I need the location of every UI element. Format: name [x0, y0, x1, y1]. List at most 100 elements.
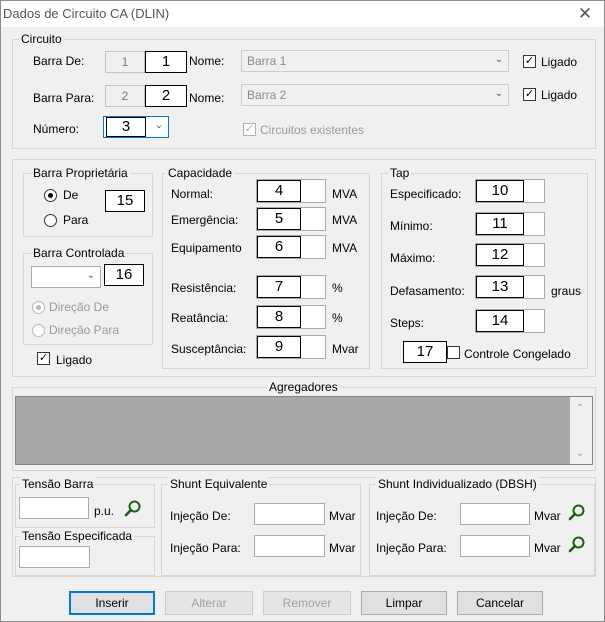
reatancia-tag: 8 [257, 306, 301, 328]
tap-legend: Tap [388, 166, 412, 180]
numero-combo[interactable]: 3 ⌄ [103, 116, 169, 138]
radio-para-label: Para [63, 213, 89, 227]
search-icon[interactable] [568, 535, 586, 553]
shunt-ind-injecao-de-field[interactable] [460, 503, 530, 525]
shunt-eq-injecao-de-field[interactable] [254, 503, 325, 525]
barra-para-field[interactable]: 2 [105, 85, 145, 107]
agregadores-scrollbar[interactable]: ⌃ ⌄ [570, 397, 592, 464]
shunt-eq-injecao-de-unit: Mvar [329, 509, 356, 523]
equipamento-field[interactable]: 6 [256, 235, 326, 259]
search-icon[interactable] [568, 503, 586, 521]
window-title: Dados de Circuito CA (DLIN) [3, 6, 170, 21]
susceptancia-field[interactable]: 9 [256, 335, 326, 359]
tensao-barra-legend: Tensão Barra [20, 477, 96, 491]
tensao-barra-unit: p.u. [94, 504, 115, 518]
circuitos-existentes-label: Circuitos existentes [260, 123, 365, 137]
minimo-label: Mínimo: [390, 219, 433, 233]
barra-de-label: Barra De: [33, 54, 85, 68]
shunt-ind-injecao-para-unit: Mvar [534, 541, 561, 555]
maximo-label: Máximo: [390, 251, 436, 265]
radio-para[interactable] [44, 214, 57, 227]
tensao-barra-field[interactable] [19, 497, 89, 519]
remover-button[interactable]: Remover [263, 591, 351, 615]
chevron-down-icon[interactable]: ⌄ [492, 54, 506, 65]
reatancia-unit: % [332, 311, 343, 325]
normal-tag: 4 [257, 180, 301, 202]
barra-controlada-tag: 16 [104, 264, 144, 286]
search-icon[interactable] [124, 499, 142, 517]
shunt-eq-injecao-para-label: Injeção Para: [170, 541, 241, 555]
especificado-field[interactable]: 10 [475, 179, 545, 203]
defasamento-tag: 13 [476, 276, 524, 298]
barra-de-nome-value: Barra 1 [247, 54, 287, 68]
resistencia-unit: % [332, 281, 343, 295]
limpar-button[interactable]: Limpar [361, 591, 447, 615]
scroll-up-icon[interactable]: ⌃ [576, 402, 584, 416]
barra-para-nome-combo[interactable]: Barra 2 ⌄ [241, 84, 509, 106]
ligado-controlada-checkbox[interactable]: ✓ [37, 352, 50, 365]
barra-controlada-combo[interactable]: ⌄ [31, 266, 101, 288]
shunt-ind-injecao-de-unit: Mvar [534, 509, 561, 523]
chevron-down-icon[interactable]: ⌄ [84, 270, 98, 281]
direcao-de-label: Direção De [49, 300, 110, 314]
emergencia-unit: MVA [332, 213, 358, 227]
ligado-checkbox-de[interactable]: ✓ [523, 55, 536, 68]
chevron-down-icon[interactable]: ⌄ [492, 88, 506, 99]
alterar-button[interactable]: Alterar [165, 591, 253, 615]
susceptancia-unit: Mvar [332, 342, 359, 356]
controle-congelado-label: Controle Congelado [464, 347, 571, 361]
equipamento-label: Equipamento [171, 241, 242, 255]
radio-direcao-de[interactable] [32, 301, 45, 314]
shunt-ind-injecao-para-field[interactable] [460, 535, 530, 557]
ligado-label-de: Ligado [541, 55, 578, 69]
defasamento-field[interactable]: 13 [475, 275, 545, 299]
chevron-down-icon[interactable]: ⌄ [152, 120, 166, 131]
barra-proprietaria-tag: 15 [105, 190, 145, 212]
controle-congelado-checkbox[interactable] [447, 346, 460, 359]
ligado-label-para: Ligado [541, 88, 578, 102]
circuitos-existentes-checkbox[interactable]: ✓ [243, 123, 256, 136]
emergencia-label: Emergência: [171, 213, 239, 227]
cancelar-button[interactable]: Cancelar [457, 591, 543, 615]
dialog-window: Dados de Circuito CA (DLIN) ✕ Circuito B… [0, 0, 605, 622]
maximo-field[interactable]: 12 [475, 243, 545, 267]
especificado-tag: 10 [476, 180, 524, 202]
shunt-individualizado-legend: Shunt Individualizado (DBSH) [376, 477, 539, 491]
barra-de-field[interactable]: 1 [105, 51, 145, 73]
emergencia-tag: 5 [257, 208, 301, 230]
barra-de-nome-combo[interactable]: Barra 1 ⌄ [241, 50, 509, 72]
radio-direcao-para[interactable] [32, 324, 45, 337]
defasamento-label: Defasamento: [390, 284, 465, 298]
close-icon[interactable]: ✕ [569, 2, 601, 26]
barra-para-nome-value: Barra 2 [247, 88, 287, 102]
defasamento-unit: graus [551, 284, 582, 298]
tensao-especificada-field[interactable] [19, 546, 90, 568]
shunt-eq-injecao-para-unit: Mvar [329, 541, 356, 555]
numero-value: 3 [106, 117, 146, 137]
emergencia-field[interactable]: 5 [256, 207, 326, 231]
agregadores-list[interactable]: ⌃ ⌄ [15, 396, 593, 465]
shunt-eq-injecao-para-field[interactable] [254, 535, 325, 557]
barra-para-tag: 2 [145, 85, 187, 107]
inserir-button[interactable]: Inserir [69, 591, 155, 615]
resistencia-label: Resistência: [171, 281, 237, 295]
minimo-field[interactable]: 11 [475, 212, 545, 236]
reatancia-field[interactable]: 8 [256, 305, 326, 329]
barra-de-tag: 1 [145, 51, 187, 73]
barra-para-label: Barra Para: [33, 91, 95, 105]
resistencia-field[interactable]: 7 [256, 275, 326, 299]
normal-field[interactable]: 4 [256, 179, 326, 203]
steps-field[interactable]: 14 [475, 309, 545, 333]
radio-de-label: De [63, 188, 79, 202]
direcao-para-label: Direção Para [49, 323, 120, 337]
ligado-checkbox-para[interactable]: ✓ [523, 88, 536, 101]
barra-controlada-legend: Barra Controlada [31, 246, 127, 260]
steps-tag: 14 [476, 310, 524, 332]
resistencia-tag: 7 [257, 276, 301, 298]
especificado-label: Especificado: [390, 187, 462, 201]
maximo-tag: 12 [476, 244, 524, 266]
scroll-down-icon[interactable]: ⌄ [576, 447, 584, 461]
susceptancia-label: Susceptância: [171, 342, 247, 356]
radio-de[interactable] [44, 189, 57, 202]
shunt-equivalente-group [161, 484, 361, 576]
